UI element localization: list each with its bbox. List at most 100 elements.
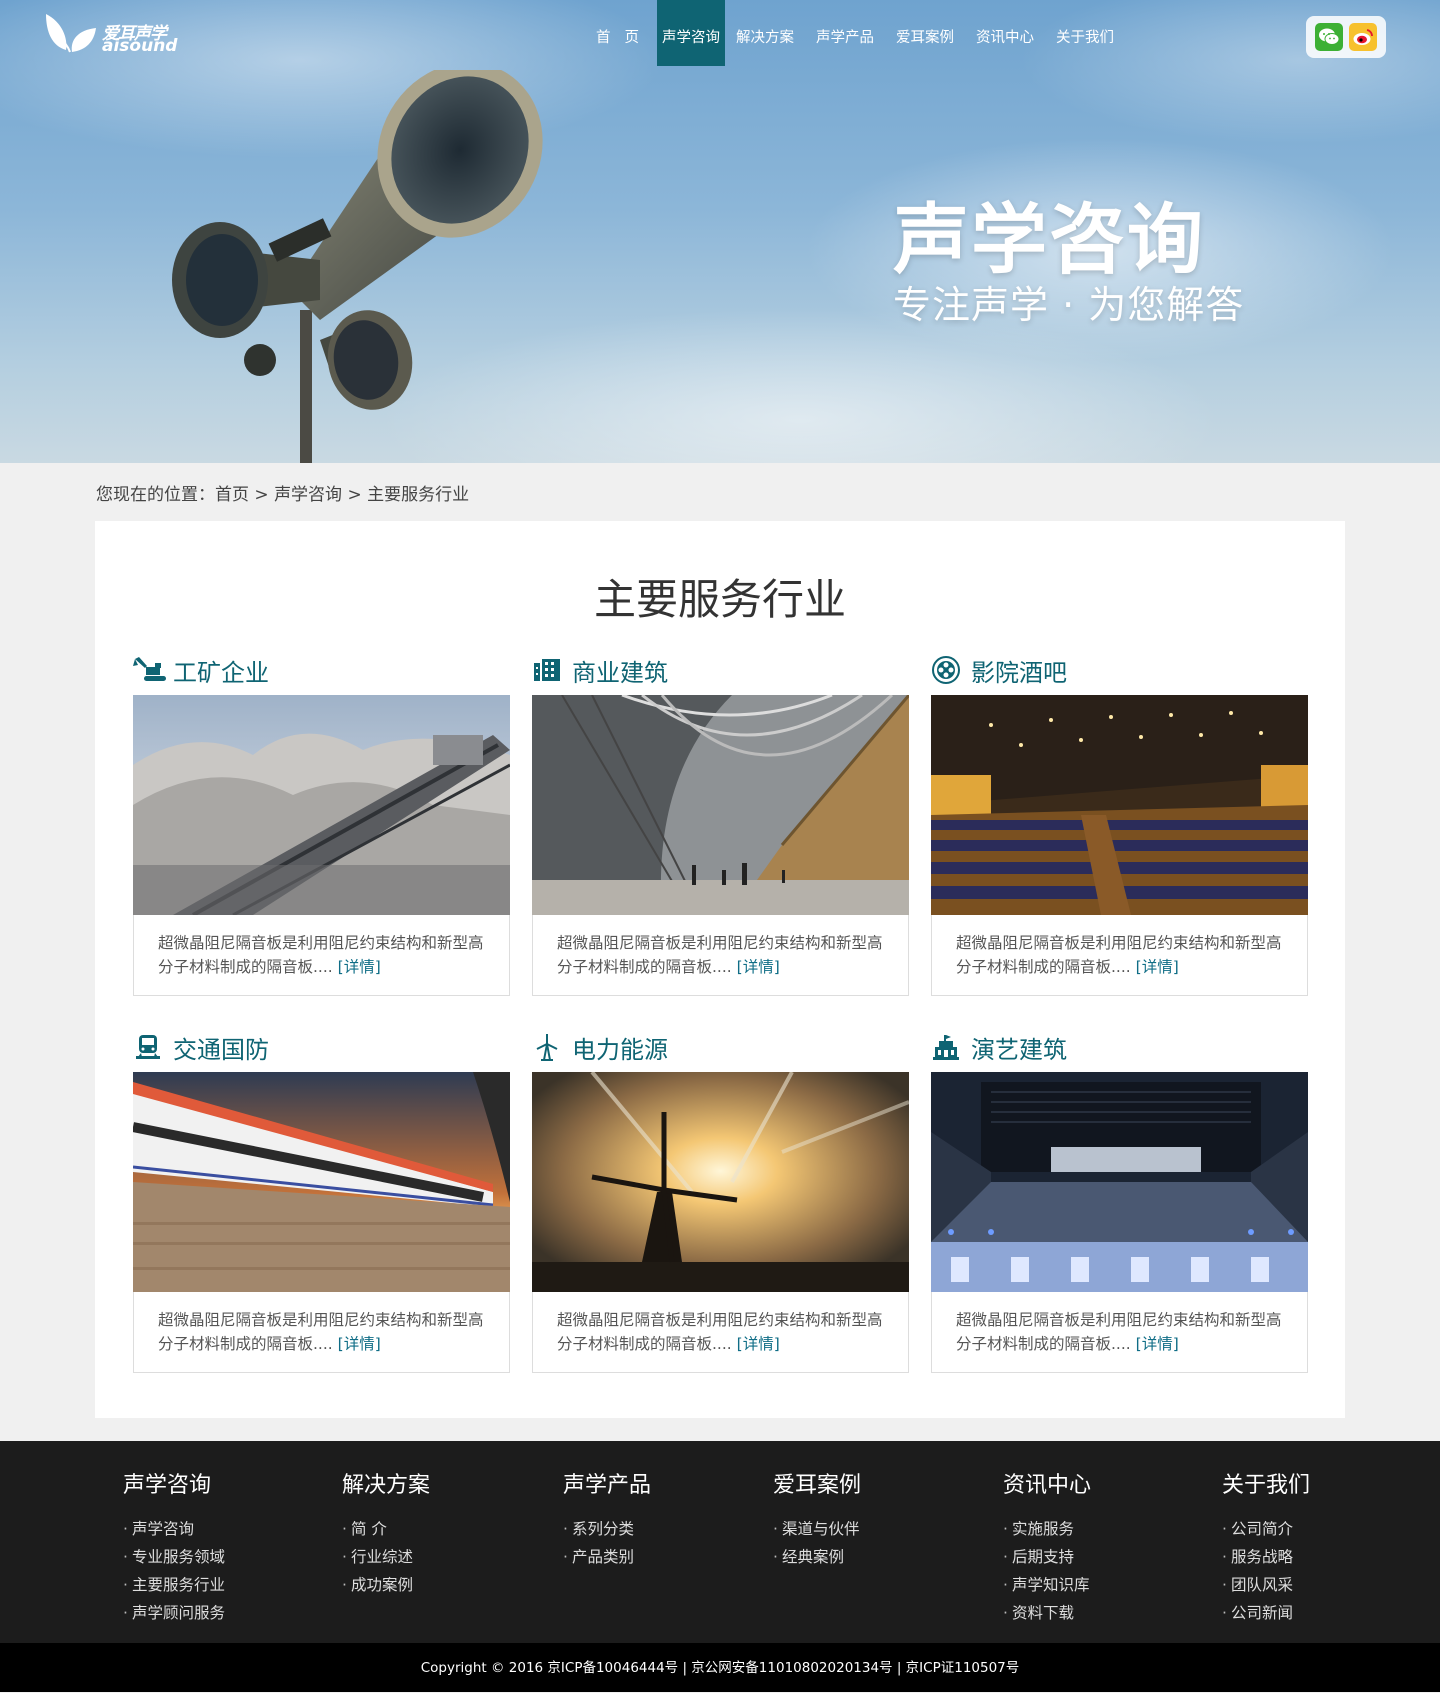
footer-link[interactable]: 主要服务行业: [123, 1571, 225, 1599]
page-title: 主要服务行业: [593, 575, 846, 624]
card-description: 超微晶阻尼隔音板是利用阻尼约束结构和新型高分子材料制成的隔音板.... [详情]: [158, 1308, 498, 1356]
description-text: 超微晶阻尼隔音板是利用阻尼约束结构和新型高分子材料制成的隔音板....: [956, 1311, 1282, 1353]
train-icon: [133, 1032, 169, 1062]
card-image-cinema: [931, 695, 1308, 915]
card-body: 超微晶阻尼隔音板是利用阻尼约束结构和新型高分子材料制成的隔音板.... [详情]: [931, 1292, 1308, 1373]
footer-link[interactable]: 后期支持: [1003, 1543, 1091, 1571]
footer-col-products: 声学产品 系列分类 产品类别: [563, 1467, 651, 1571]
card-header: 影院酒吧: [931, 651, 1067, 689]
details-link[interactable]: [详情]: [338, 1335, 381, 1353]
nav-solutions[interactable]: 解决方案: [725, 0, 805, 66]
footer-col-solutions: 解决方案 简 介 行业综述 成功案例: [342, 1467, 430, 1599]
card-body: 超微晶阻尼隔音板是利用阻尼约束结构和新型高分子材料制成的隔音板.... [详情]: [931, 915, 1308, 996]
main-nav: 首页 声学咨询 解决方案 声学产品 爱耳案例 资讯中心 关于我们: [585, 0, 1125, 66]
footer-link[interactable]: 团队风采: [1222, 1571, 1310, 1599]
wind-turbine-icon: [532, 1032, 568, 1062]
footer-link[interactable]: 服务战略: [1222, 1543, 1310, 1571]
film-reel-icon: [931, 655, 967, 685]
footer-link[interactable]: 简 介: [342, 1515, 430, 1543]
footer-link[interactable]: 实施服务: [1003, 1515, 1091, 1543]
card-header: 商业建筑: [532, 651, 668, 689]
details-link[interactable]: [详情]: [1136, 958, 1179, 976]
details-link[interactable]: [详情]: [737, 1335, 780, 1353]
footer-link[interactable]: 成功案例: [342, 1571, 430, 1599]
footer-col-title[interactable]: 声学咨询: [123, 1467, 225, 1499]
nav-cases[interactable]: 爱耳案例: [885, 0, 965, 66]
footer-col-title[interactable]: 资讯中心: [1003, 1467, 1091, 1499]
card-description: 超微晶阻尼隔音板是利用阻尼约束结构和新型高分子材料制成的隔音板.... [详情]: [557, 931, 897, 979]
footer-link[interactable]: 经典案例: [773, 1543, 861, 1571]
site-footer: 声学咨询 声学咨询 专业服务领域 主要服务行业 声学顾问服务 解决方案 简 介 …: [0, 1441, 1440, 1643]
footer-link[interactable]: 声学咨询: [123, 1515, 225, 1543]
nav-home[interactable]: 首页: [585, 0, 657, 66]
card-body: 超微晶阻尼隔音板是利用阻尼约束结构和新型高分子材料制成的隔音板.... [详情]: [532, 915, 909, 996]
card-title: 影院酒吧: [971, 658, 1067, 687]
description-text: 超微晶阻尼隔音板是利用阻尼约束结构和新型高分子材料制成的隔音板....: [158, 1311, 484, 1353]
social-links: [1306, 16, 1386, 58]
theater-icon: [931, 1032, 967, 1062]
footer-col-consulting: 声学咨询 声学咨询 专业服务领域 主要服务行业 声学顾问服务: [123, 1467, 225, 1627]
hero-title: 声学咨询: [893, 195, 1205, 284]
footer-link[interactable]: 行业综述: [342, 1543, 430, 1571]
excavator-icon: [133, 655, 169, 685]
footer-col-title[interactable]: 解决方案: [342, 1467, 430, 1499]
wechat-icon[interactable]: [1315, 23, 1343, 51]
card-image-train: [133, 1072, 510, 1292]
breadcrumb-acoustic-consulting[interactable]: 声学咨询: [274, 485, 342, 505]
card-header: 演艺建筑: [931, 1028, 1067, 1066]
breadcrumb: 您现在的位置：首页 > 声学咨询 > 主要服务行业: [96, 480, 469, 505]
card-description: 超微晶阻尼隔音板是利用阻尼约束结构和新型高分子材料制成的隔音板.... [详情]: [956, 1308, 1296, 1356]
card-image-stage: [931, 1072, 1308, 1292]
card-header: 电力能源: [532, 1028, 668, 1066]
footer-link[interactable]: 渠道与伙伴: [773, 1515, 861, 1543]
nav-news[interactable]: 资讯中心: [965, 0, 1045, 66]
footer-link[interactable]: 专业服务领域: [123, 1543, 225, 1571]
content-panel: 主要服务行业 工矿企业 超微晶阻尼隔音板是利用阻尼约束结构和新型高分子材料制成的…: [95, 521, 1345, 1418]
details-link[interactable]: [详情]: [1136, 1335, 1179, 1353]
card-description: 超微晶阻尼隔音板是利用阻尼约束结构和新型高分子材料制成的隔音板.... [详情]: [158, 931, 498, 979]
card-image-mining: [133, 695, 510, 915]
footer-col-title[interactable]: 爱耳案例: [773, 1467, 861, 1499]
weibo-icon[interactable]: [1349, 23, 1377, 51]
leaf-logo-icon: [46, 14, 96, 53]
site-logo[interactable]: 爱耳声学 aisound: [42, 8, 182, 56]
details-link[interactable]: [详情]: [338, 958, 381, 976]
card-header: 交通国防: [133, 1028, 269, 1066]
description-text: 超微晶阻尼隔音板是利用阻尼约束结构和新型高分子材料制成的隔音板....: [557, 934, 883, 976]
card-image-commercial: [532, 695, 909, 915]
footer-link[interactable]: 公司新闻: [1222, 1599, 1310, 1627]
card-body: 超微晶阻尼隔音板是利用阻尼约束结构和新型高分子材料制成的隔音板.... [详情]: [133, 1292, 510, 1373]
breadcrumb-current: 主要服务行业: [367, 485, 470, 505]
card-title: 演艺建筑: [971, 1035, 1067, 1064]
card-body: 超微晶阻尼隔音板是利用阻尼约束结构和新型高分子材料制成的隔音板.... [详情]: [532, 1292, 909, 1373]
footer-link[interactable]: 声学顾问服务: [123, 1599, 225, 1627]
footer-link[interactable]: 声学知识库: [1003, 1571, 1091, 1599]
footer-col-about: 关于我们 公司简介 服务战略 团队风采 公司新闻: [1222, 1467, 1310, 1627]
description-text: 超微晶阻尼隔音板是利用阻尼约束结构和新型高分子材料制成的隔音板....: [158, 934, 484, 976]
description-text: 超微晶阻尼隔音板是利用阻尼约束结构和新型高分子材料制成的隔音板....: [557, 1311, 883, 1353]
card-title: 电力能源: [572, 1035, 668, 1064]
card-header: 工矿企业: [133, 651, 269, 689]
breadcrumb-home[interactable]: 首页: [215, 485, 249, 505]
details-link[interactable]: [详情]: [737, 958, 780, 976]
footer-col-news: 资讯中心 实施服务 后期支持 声学知识库 资料下载: [1003, 1467, 1091, 1627]
copyright-bar: Copyright © 2016 京ICP备10046444号 | 京公网安备1…: [0, 1643, 1440, 1692]
nav-products[interactable]: 声学产品: [805, 0, 885, 66]
footer-link[interactable]: 系列分类: [563, 1515, 651, 1543]
logo-text-en: aisound: [102, 36, 178, 56]
footer-link[interactable]: 公司简介: [1222, 1515, 1310, 1543]
footer-link[interactable]: 资料下载: [1003, 1599, 1091, 1627]
footer-col-cases: 爱耳案例 渠道与伙伴 经典案例: [773, 1467, 861, 1571]
building-icon: [532, 655, 568, 685]
card-description: 超微晶阻尼隔音板是利用阻尼约束结构和新型高分子材料制成的隔音板.... [详情]: [557, 1308, 897, 1356]
footer-col-title[interactable]: 关于我们: [1222, 1467, 1310, 1499]
nav-about[interactable]: 关于我们: [1045, 0, 1125, 66]
hero-subtitle: 专注声学 · 为您解答: [893, 283, 1245, 327]
nav-acoustic-consulting[interactable]: 声学咨询: [657, 0, 725, 66]
hero-banner: 爱耳声学 aisound 首页 声学咨询 解决方案 声学产品 爱耳案例 资讯中心…: [0, 0, 1440, 463]
card-description: 超微晶阻尼隔音板是利用阻尼约束结构和新型高分子材料制成的隔音板.... [详情]: [956, 931, 1296, 979]
card-title: 商业建筑: [572, 658, 668, 687]
footer-col-title[interactable]: 声学产品: [563, 1467, 651, 1499]
loudspeaker-image: [172, 70, 543, 463]
footer-link[interactable]: 产品类别: [563, 1543, 651, 1571]
